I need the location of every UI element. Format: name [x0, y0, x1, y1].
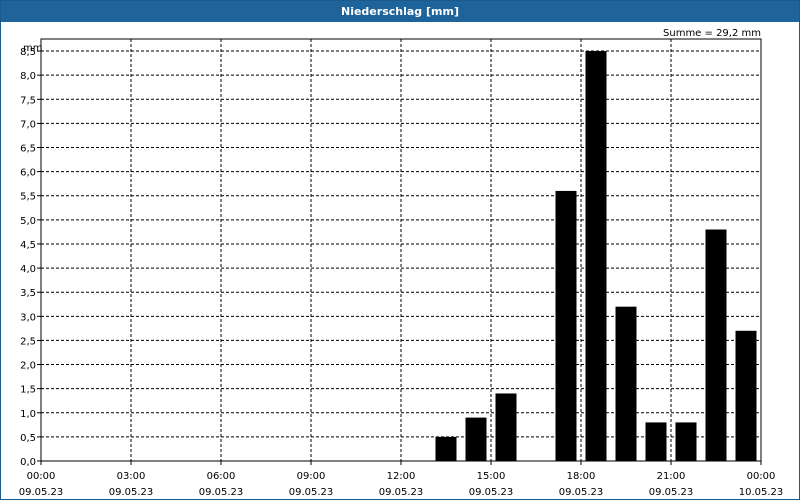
bar	[735, 330, 757, 461]
sum-annotation: Summe = 29,2 mm	[663, 28, 761, 39]
y-tick-label: 4,5	[20, 240, 36, 251]
y-tick-label: 1,0	[20, 409, 36, 420]
y-tick-label: 5,5	[20, 192, 36, 203]
x-tick-time-label: 03:00	[117, 471, 146, 482]
y-tick-label: 4,0	[20, 264, 36, 275]
x-tick-time-label: 09:00	[297, 471, 326, 482]
bar	[675, 422, 697, 461]
y-tick-label: 6,0	[20, 168, 36, 179]
bar	[585, 51, 607, 462]
x-tick-date-label: 09.05.23	[109, 487, 154, 498]
x-tick-time-label: 18:00	[567, 471, 596, 482]
bar	[705, 229, 727, 461]
y-tick-label: 7,5	[20, 95, 36, 106]
x-tick-date-label: 09.05.23	[19, 487, 64, 498]
bar	[495, 393, 517, 461]
bar	[645, 422, 667, 461]
y-tick-label: 3,0	[20, 312, 36, 323]
x-tick-date-label: 09.05.23	[469, 487, 514, 498]
bar	[465, 417, 487, 461]
y-tick-label: 3,5	[20, 288, 36, 299]
y-tick-label: 8,0	[20, 71, 36, 82]
y-tick-label: 2,5	[20, 336, 36, 347]
x-tick-time-label: 00:00	[747, 471, 776, 482]
x-tick-date-label: 09.05.23	[289, 487, 334, 498]
y-tick-label: 1,5	[20, 385, 36, 396]
y-tick-label: 6,5	[20, 144, 36, 155]
precipitation-chart: 0,0 0,5 1,0 1,5 2,0 2,5 3,0 3,5 4,0 4,5 5,0 5,5 6,0 6…	[19, 28, 784, 498]
x-tick-time-label: 00:00	[27, 471, 56, 482]
bar	[615, 306, 637, 461]
x-tick-date-label: 09.05.23	[379, 487, 424, 498]
x-tick-date-label: 10.05.23	[739, 487, 784, 498]
x-tick-time-label: 12:00	[387, 471, 416, 482]
bar	[435, 436, 457, 461]
x-tick-time-label: 15:00	[477, 471, 506, 482]
y-tick-label: 7,0	[20, 119, 36, 130]
chart-window: Niederschlag [mm] 0,0 0,5 1,0 1,5 2,0 2,5 3,0 3…	[0, 0, 800, 500]
y-tick-label: 0,0	[20, 457, 36, 468]
grid-layer	[41, 39, 761, 461]
x-tick-date-label: 09.05.23	[559, 487, 604, 498]
x-tick-date-label: 09.05.23	[649, 487, 694, 498]
x-tick-date-label: 09.05.23	[199, 487, 244, 498]
y-tick-label: 5,0	[20, 216, 36, 227]
y-axis-label: mm	[23, 43, 42, 54]
bar-layer	[435, 51, 757, 462]
bar	[555, 190, 577, 462]
y-tick-label: 2,0	[20, 361, 36, 372]
x-tick-time-label: 21:00	[657, 471, 686, 482]
y-tick-label: 0,5	[20, 433, 36, 444]
x-tick-time-label: 06:00	[207, 471, 236, 482]
